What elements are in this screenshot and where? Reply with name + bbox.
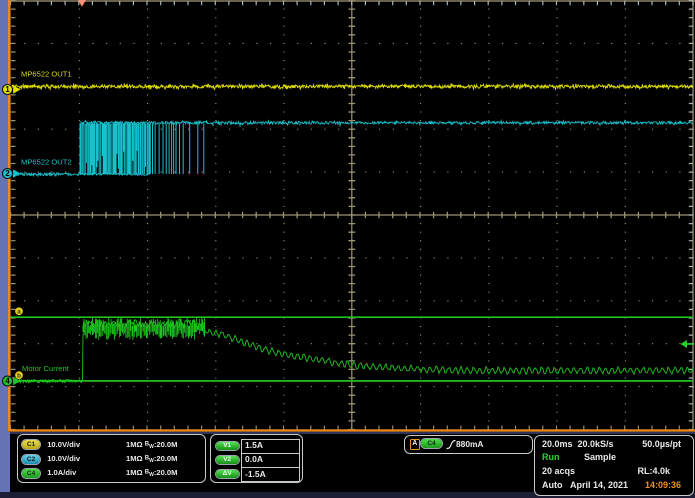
svg-text:MP6522 OUT1: MP6522 OUT1 [21, 70, 72, 79]
svg-text:1: 1 [5, 85, 10, 94]
svg-text:Motor Current: Motor Current [22, 364, 70, 373]
svg-text:b: b [17, 373, 21, 380]
svg-text:a: a [17, 309, 21, 316]
svg-text:4: 4 [5, 377, 10, 386]
svg-text:2: 2 [5, 169, 10, 178]
svg-text:MP6522 OUT2: MP6522 OUT2 [21, 158, 72, 167]
